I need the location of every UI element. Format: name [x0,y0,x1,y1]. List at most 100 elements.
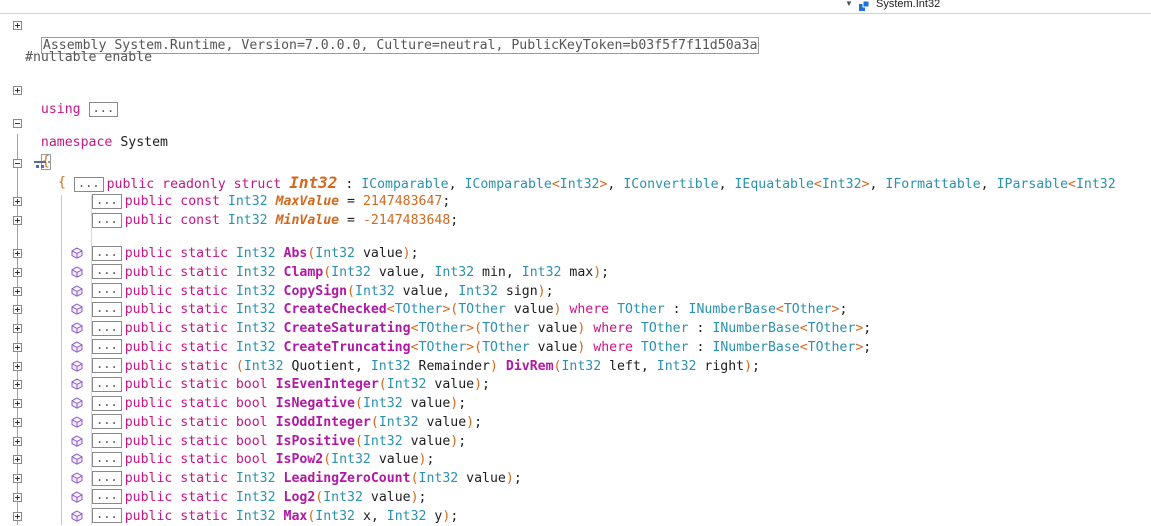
using-line: using ... [25,81,121,117]
static-method-icon[interactable] [71,453,83,466]
collapsed-attributes[interactable]: ... [92,193,122,209]
expand-method-toggle[interactable] [13,286,22,296]
collapsed-attributes[interactable]: ... [92,301,122,317]
collapsed-attributes[interactable]: ... [92,264,122,280]
static-method-icon[interactable] [71,359,83,372]
collapsed-attributes[interactable]: ... [92,470,122,486]
code-token: value [362,489,411,505]
static-method-icon[interactable] [71,247,83,259]
collapsed-attributes[interactable]: ... [92,339,122,355]
code-token: > [466,321,475,336]
code-token: ( [410,471,419,486]
expand-method-toggle[interactable] [13,249,22,258]
collapse-namespace-toggle[interactable] [13,119,22,128]
collapsed-attributes[interactable]: ... [92,451,122,467]
expand-method-toggle[interactable] [13,267,22,277]
expand-assembly-toggle[interactable] [13,21,22,30]
method-parameters: TOther value [458,302,553,317]
method-return-type: Int32 [236,340,276,355]
expand-method-toggle[interactable] [13,417,22,427]
code-token: TOther [640,321,689,336]
collapsed-attributes[interactable]: ... [92,245,122,261]
method-parameters: Int32 value, Int32 min, Int32 max [331,265,593,280]
collapsed-attributes[interactable]: ... [92,376,122,392]
expand-method-toggle[interactable] [13,380,22,390]
struct-icon [859,1,869,11]
expand-using-toggle[interactable] [13,86,22,95]
expand-method-toggle[interactable] [13,492,22,502]
static-method-icon[interactable] [71,434,83,447]
collapsed-attributes[interactable]: ... [92,212,122,228]
code-token: TOther [640,339,689,355]
expand-method-toggle[interactable] [13,511,22,521]
code-token: Int32 [434,264,475,280]
code-token: > [466,339,475,355]
code-token: Int32 [386,508,427,524]
method-line: ... public static Int32 Clamp(Int32 value… [92,263,609,282]
expand-method-toggle[interactable] [13,474,22,483]
code-token: INumberBase [688,302,776,318]
static-method-icon[interactable] [71,378,83,391]
code-token: Int32 [521,264,562,280]
static-method-icon[interactable] [71,491,83,503]
static-method-icon[interactable] [71,303,83,316]
expand-method-toggle[interactable] [13,342,22,352]
static-method-icon[interactable] [71,397,83,409]
collapsed-attributes[interactable]: ... [92,433,122,448]
collapsed-struct-attributes[interactable]: ... [73,176,104,192]
expand-method-toggle[interactable] [13,399,22,408]
code-token: value [370,452,419,468]
interface-type-arg: Int32 [559,177,600,192]
collapse-struct-toggle[interactable] [13,159,22,168]
code-token: : [664,302,689,318]
code-token: ( [354,396,363,411]
static-method-icon[interactable] [71,284,83,297]
code-token: Int32 [331,452,371,468]
method-parameters: Int32 left, Int32 right [561,359,744,374]
method-parameters: Int32 value [419,471,506,486]
expand-method-toggle[interactable] [13,305,22,315]
struct-name: Int32 [289,173,338,192]
static-method-icon[interactable] [71,266,83,278]
method-modifiers: public static [124,471,228,486]
collapsed-attributes[interactable]: ... [92,283,122,298]
code-token: Int32 [386,377,427,393]
collapsed-attributes[interactable]: ... [92,320,122,336]
collapsed-attributes[interactable]: ... [92,508,122,523]
method-name: IsPositive [275,433,355,449]
code-token: INumberBase [712,321,800,336]
code-token: ( [347,283,355,299]
expand-method-toggle[interactable] [13,324,22,333]
static-method-icon[interactable] [71,472,83,484]
static-method-icon[interactable] [71,416,83,428]
static-method-icon[interactable] [71,322,83,334]
static-method-icon[interactable] [71,509,83,522]
collapsed-attributes[interactable]: ... [92,395,122,411]
code-token: left, [601,358,657,374]
class-hierarchy-icon[interactable] [34,158,46,170]
expand-method-toggle[interactable] [13,361,22,371]
code-token: ; [863,339,872,355]
collapsed-attributes[interactable]: ... [92,358,122,373]
collapsed-attributes[interactable]: ... [92,414,122,430]
method-line: ... public static Int32 Abs(Int32 value); [92,244,419,263]
code-token: y [426,508,443,524]
code-token: where [593,321,633,336]
method-line: ... public static bool IsPositive(Int32 v… [92,432,466,451]
code-token: ; [442,194,451,209]
code-token: Int32 [370,358,411,374]
constant-line: ... public const Int32 MaxValue = 2147483… [92,192,450,211]
static-method-icon[interactable] [71,341,83,353]
method-name: DivRem [505,358,554,374]
member-dropdown[interactable]: ▼ System.Int32 [845,0,1151,14]
method-parameters: TOther value [482,340,577,355]
expand-constant-toggle[interactable] [13,216,22,225]
expand-method-toggle[interactable] [13,436,22,446]
dropdown-arrow-icon[interactable]: ▼ [845,0,853,8]
collapsed-attributes[interactable]: ... [92,489,122,505]
expand-method-toggle[interactable] [13,455,22,465]
expand-constant-toggle[interactable] [13,197,22,206]
code-token: ) [410,489,419,505]
